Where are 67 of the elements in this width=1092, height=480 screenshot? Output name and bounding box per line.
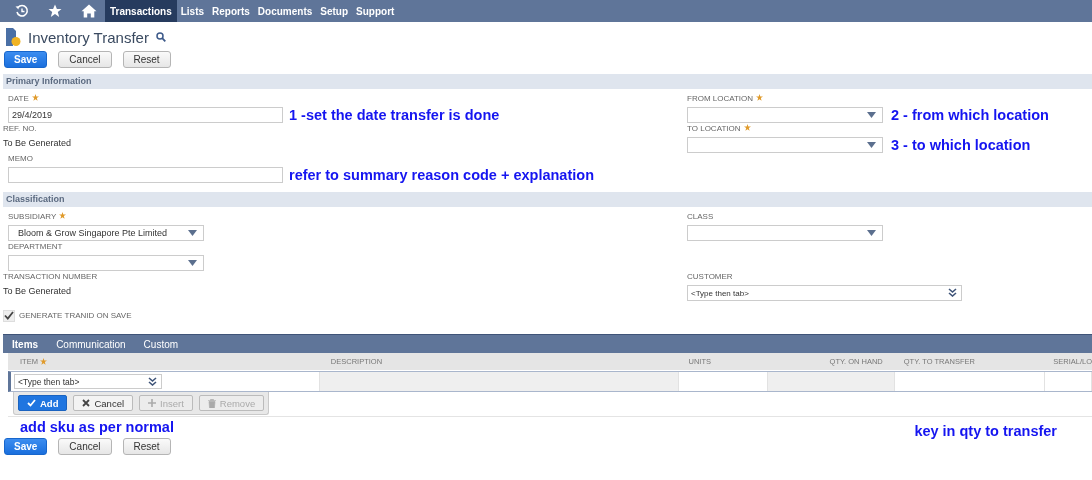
form-button[interactable]: Save — [4, 438, 48, 455]
dropdown-arrow-icon — [188, 230, 197, 236]
dropdown-arrow-icon — [867, 142, 876, 148]
dropdown-field[interactable] — [8, 255, 204, 271]
dropdown-arrow-icon — [867, 230, 876, 236]
section-header: Primary Information — [3, 74, 1092, 89]
annotation-note: add sku as per normal — [20, 419, 174, 436]
trash-icon — [207, 398, 216, 408]
field-label: CLASS — [687, 212, 714, 221]
double-chevron-icon[interactable] — [148, 377, 157, 386]
nav-menu-item[interactable]: Documents — [253, 0, 317, 22]
nav-menu-item[interactable]: Transactions — [105, 0, 177, 22]
dropdown-field[interactable] — [687, 107, 883, 123]
field-label: DEPARTMENT — [8, 242, 63, 251]
plus-icon — [148, 399, 157, 407]
line-button: Insert — [139, 395, 193, 411]
field-label: TRANSACTION NUMBER — [3, 272, 98, 281]
field-label: DATE — [8, 94, 29, 103]
field-value: To Be Generated — [3, 137, 72, 148]
field-label: TO LOCATION — [687, 124, 741, 133]
line-button: Remove — [198, 395, 265, 411]
dropdown-field[interactable]: Bloom & Grow Singapore Pte Limited — [8, 225, 204, 241]
autocomplete-field[interactable]: <Type then tab> — [687, 285, 962, 301]
subtab[interactable]: Communication — [56, 338, 126, 350]
line-button[interactable]: Cancel — [73, 395, 134, 411]
close-icon — [82, 399, 91, 407]
dropdown-arrow-icon — [867, 112, 876, 118]
annotation-note: 2 - from which location — [891, 107, 1049, 123]
subtab[interactable]: Items — [12, 338, 39, 350]
field-label: FROM LOCATION — [687, 94, 754, 103]
field-label: REF. NO. — [3, 124, 37, 133]
field-label: MEMO — [8, 154, 33, 163]
text-input-field[interactable]: 29/4/2019 — [8, 107, 283, 123]
checkmark-icon — [27, 399, 36, 407]
form-button[interactable]: Reset — [122, 51, 171, 68]
field-label: GENERATE TRANID ON SAVE — [19, 311, 132, 320]
field-label: CUSTOMER — [687, 272, 733, 281]
form-button[interactable]: Cancel — [58, 438, 112, 455]
double-chevron-icon[interactable] — [948, 288, 957, 297]
document-coin-icon — [5, 27, 21, 47]
subtab[interactable]: Custom — [143, 338, 179, 350]
nav-menu-item[interactable]: Reports — [208, 0, 254, 22]
star-icon[interactable] — [48, 4, 62, 18]
page-title: Inventory Transfer — [28, 28, 149, 46]
annotation-note: 3 - to which location — [891, 137, 1031, 153]
dropdown-field[interactable] — [687, 225, 883, 241]
dropdown-field[interactable] — [687, 137, 883, 153]
home-icon[interactable] — [81, 4, 97, 18]
checkbox[interactable] — [3, 309, 15, 322]
nav-menu-item[interactable]: Support — [352, 0, 399, 22]
field-value: To Be Generated — [3, 285, 72, 296]
nav-menu-item[interactable]: Lists — [176, 0, 209, 22]
annotation-note: 1 -set the date transfer is done — [289, 107, 500, 123]
annotation-note: refer to summary reason code + explanation — [289, 167, 594, 183]
nav-menu-item[interactable]: Setup — [316, 0, 353, 22]
field-label: SUBSIDIARY — [8, 212, 57, 221]
annotation-note: key in qty to transfer — [914, 423, 1057, 440]
form-button[interactable]: Save — [4, 51, 48, 68]
recent-history-icon[interactable] — [15, 4, 29, 18]
line-button[interactable]: Add — [18, 395, 68, 411]
search-icon[interactable] — [155, 32, 166, 42]
form-button[interactable]: Cancel — [58, 51, 112, 68]
text-input-field[interactable] — [8, 167, 283, 183]
form-button[interactable]: Reset — [122, 438, 171, 455]
autocomplete-field[interactable]: <Type then tab> — [14, 374, 162, 389]
section-header: Classification — [3, 192, 1092, 207]
dropdown-arrow-icon — [188, 260, 197, 266]
